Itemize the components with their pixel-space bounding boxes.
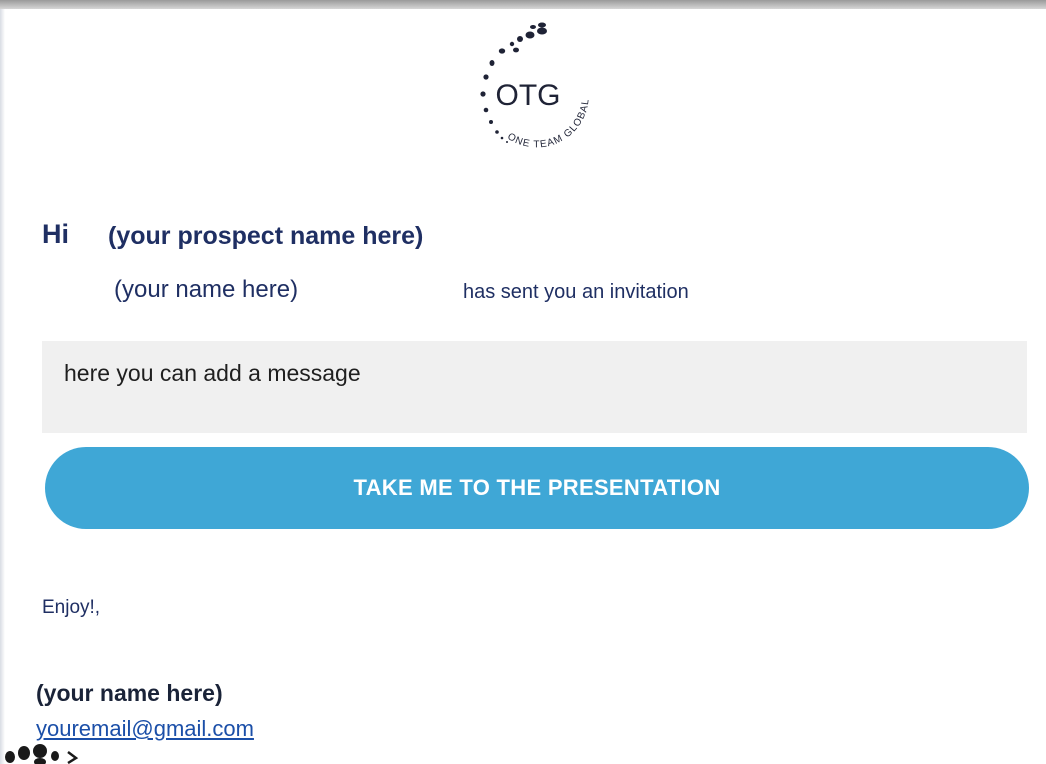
otg-logo-icon: OTG ONE TEAM GLOBAL (480, 22, 591, 150)
signature-email-link[interactable]: youremail@gmail.com (36, 716, 254, 742)
logo-text: OTG (496, 79, 561, 112)
window-top-border (0, 0, 1046, 9)
message-box: here you can add a message (42, 341, 1027, 433)
window-left-edge (0, 9, 5, 764)
take-me-to-presentation-button[interactable]: TAKE ME TO THE PRESENTATION (45, 447, 1029, 529)
sender-name: (your name here) (114, 276, 299, 303)
invitation-text: has sent you an invitation (463, 281, 689, 303)
cta-button-label: TAKE ME TO THE PRESENTATION (353, 475, 721, 500)
signoff-text: Enjoy!, (42, 597, 101, 618)
greeting-hi: Hi (42, 219, 69, 249)
prospect-name: (your prospect name here) (108, 222, 424, 250)
message-text: here you can add a message (64, 360, 361, 386)
logo-fragment-icon (5, 744, 79, 764)
signature-name: (your name here) (36, 680, 223, 706)
